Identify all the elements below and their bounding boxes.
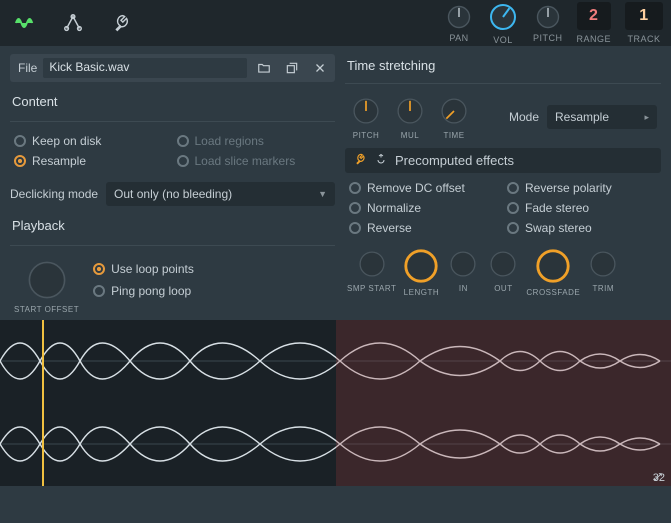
divider — [345, 83, 661, 84]
resize-icon — [653, 472, 663, 482]
top-toolbar: PAN VOL PITCH 2 RANGE 1 TRACK — [0, 0, 671, 46]
load-regions-option[interactable]: Load regions — [177, 134, 332, 148]
track-box[interactable]: 1 TRACK — [625, 2, 663, 44]
divider — [10, 121, 335, 122]
ts-mul-knob[interactable]: MUL — [393, 94, 427, 140]
folder-icon[interactable] — [253, 58, 275, 78]
smp-start-knob[interactable]: SMP START — [347, 247, 396, 297]
fade-stereo-option[interactable]: Fade stereo — [507, 201, 657, 215]
fx-title: Precomputed effects — [395, 153, 514, 168]
chevron-down-icon: ▼ — [318, 189, 327, 199]
file-name-field[interactable]: Kick Basic.wav — [43, 58, 247, 78]
pan-knob[interactable]: PAN — [445, 3, 473, 43]
time-stretch-title: Time stretching — [347, 58, 661, 73]
waveform-tab-icon[interactable] — [8, 6, 42, 40]
zoom-indicator[interactable]: 32 — [653, 472, 665, 484]
reverse-polarity-option[interactable]: Reverse polarity — [507, 181, 657, 195]
fx-header: Precomputed effects — [345, 148, 661, 173]
in-knob[interactable]: IN — [446, 247, 480, 297]
playback-cursor[interactable] — [42, 320, 44, 486]
start-offset-knob[interactable]: START OFFSET — [14, 258, 79, 314]
track-label: TRACK — [627, 34, 660, 44]
content-title: Content — [12, 94, 335, 109]
close-icon[interactable] — [309, 58, 331, 78]
reset-icon[interactable] — [375, 153, 387, 168]
pitch-knob[interactable]: PITCH — [533, 3, 563, 43]
ts-pitch-knob[interactable]: PITCH — [349, 94, 383, 140]
vol-knob[interactable]: VOL — [487, 1, 519, 45]
swap-stereo-option[interactable]: Swap stereo — [507, 221, 657, 235]
detach-icon[interactable] — [281, 58, 303, 78]
reverse-option[interactable]: Reverse — [349, 221, 499, 235]
settings-tab-icon[interactable] — [104, 6, 138, 40]
file-label: File — [18, 61, 37, 75]
pitch-label: PITCH — [533, 33, 563, 43]
load-slice-option[interactable]: Load slice markers — [177, 154, 332, 168]
length-knob[interactable]: LENGTH — [402, 247, 440, 297]
normalize-option[interactable]: Normalize — [349, 201, 499, 215]
remove-dc-option[interactable]: Remove DC offset — [349, 181, 499, 195]
range-label: RANGE — [576, 34, 611, 44]
keep-on-disk-option[interactable]: Keep on disk — [14, 134, 169, 148]
use-loop-option[interactable]: Use loop points — [93, 262, 194, 276]
divider — [10, 245, 335, 246]
chevron-down-icon: ▸ — [644, 112, 649, 123]
crossfade-knob[interactable]: CROSSFADE — [526, 247, 580, 297]
resample-option[interactable]: Resample — [14, 154, 169, 168]
out-knob[interactable]: OUT — [486, 247, 520, 297]
loop-region-overlay[interactable] — [336, 320, 671, 486]
mode-label: Mode — [509, 110, 539, 124]
mode-select[interactable]: Resample▸ — [547, 105, 657, 129]
declicking-label: Declicking mode — [10, 187, 98, 201]
waveform-display[interactable]: 32 — [0, 320, 671, 486]
file-bar: File Kick Basic.wav — [10, 54, 335, 82]
wrench-icon[interactable] — [353, 152, 367, 169]
playback-title: Playback — [12, 218, 335, 233]
ts-time-knob[interactable]: TIME — [437, 94, 471, 140]
vol-label: VOL — [493, 35, 513, 45]
envelope-tab-icon[interactable] — [56, 6, 90, 40]
ping-pong-option[interactable]: Ping pong loop — [93, 284, 194, 298]
track-value[interactable]: 1 — [625, 2, 663, 30]
declicking-select[interactable]: Out only (no bleeding) ▼ — [106, 182, 335, 206]
trim-knob[interactable]: TRIM — [586, 247, 620, 297]
pan-label: PAN — [449, 33, 468, 43]
range-value[interactable]: 2 — [577, 2, 611, 30]
range-box[interactable]: 2 RANGE — [576, 2, 611, 44]
